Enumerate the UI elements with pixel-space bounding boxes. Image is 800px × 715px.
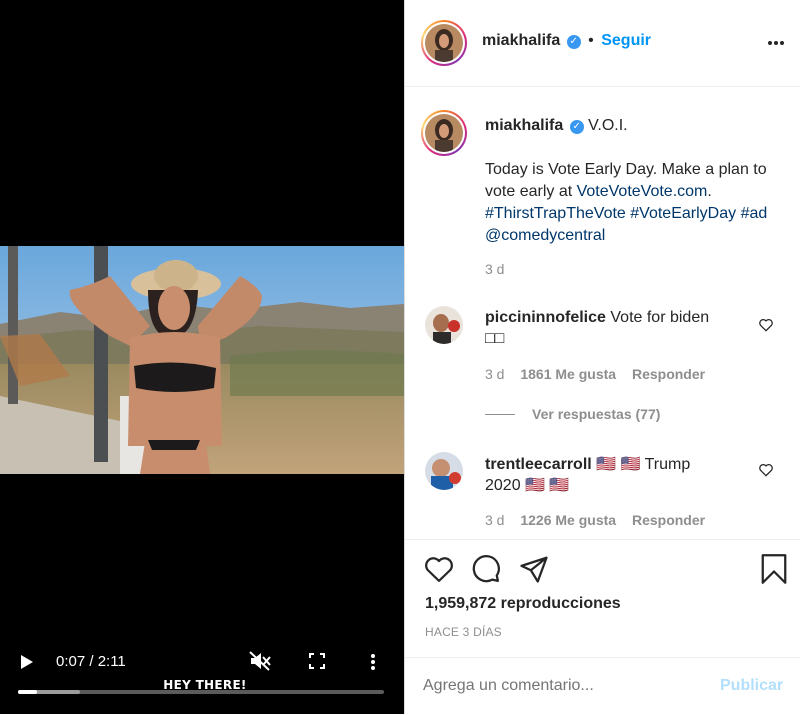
- replies-divider: [485, 414, 515, 415]
- comment-text: 🇺🇸 🇺🇸 Trump: [596, 456, 691, 473]
- comment-reply-button[interactable]: Responder: [632, 366, 705, 382]
- video-progress-played: [18, 690, 38, 694]
- follow-button[interactable]: Seguir: [601, 32, 651, 49]
- comment-text-line2: □□: [485, 330, 505, 347]
- add-comment-bar: Publicar: [405, 657, 800, 715]
- header-separator: •: [588, 32, 594, 49]
- video-frame-image: [0, 246, 404, 474]
- video-controls: 0:07 / 2:11: [0, 645, 404, 714]
- caption-avatar[interactable]: [421, 110, 467, 156]
- publish-button[interactable]: Publicar: [720, 677, 783, 695]
- caption-username[interactable]: miakhalifa: [485, 117, 563, 134]
- comment-time[interactable]: 3 d: [485, 512, 504, 528]
- post-side-panel: miakhalifa ✓ • Seguir miakhalifa ✓ V.O.I…: [404, 0, 800, 714]
- post-header: miakhalifa ✓ • Seguir: [405, 0, 800, 87]
- comment-username[interactable]: piccininnofelice: [485, 309, 606, 326]
- comment-icon[interactable]: [471, 554, 501, 584]
- mention-link[interactable]: @comedycentral: [485, 227, 605, 244]
- comment-likes[interactable]: 1861 Me gusta: [520, 366, 616, 382]
- post-timestamp[interactable]: HACE 3 DÍAS: [425, 625, 502, 639]
- caption-time[interactable]: 3 d: [485, 261, 504, 277]
- comment-text: Vote for biden: [610, 309, 710, 326]
- more-vertical-icon[interactable]: [370, 653, 376, 671]
- comment-username[interactable]: trentleecarroll: [485, 456, 592, 473]
- more-horizontal-icon[interactable]: [767, 40, 785, 46]
- comment-likes[interactable]: 1226 Me gusta: [520, 512, 616, 528]
- share-icon[interactable]: [519, 554, 549, 584]
- header-avatar[interactable]: [421, 20, 467, 66]
- bookmark-icon[interactable]: [760, 554, 788, 584]
- comment-like-icon[interactable]: [758, 463, 774, 477]
- video-player[interactable]: HEY THERE! 0:07 / 2:11: [0, 0, 404, 714]
- comments-list[interactable]: miakhalifa ✓ V.O.I. Today is Vote Early …: [405, 87, 800, 539]
- verified-badge-icon: ✓: [569, 120, 584, 134]
- comment-like-icon[interactable]: [758, 318, 774, 332]
- hashtag-link[interactable]: #ad: [741, 205, 768, 222]
- play-icon[interactable]: [20, 654, 34, 670]
- mute-icon[interactable]: [249, 651, 271, 671]
- video-time: 0:07 / 2:11: [56, 653, 126, 670]
- post-actions: 1,959,872 reproducciones HACE 3 DÍAS: [405, 539, 800, 658]
- hashtag-link[interactable]: #VoteEarlyDay: [630, 205, 736, 222]
- comment-avatar[interactable]: [425, 306, 463, 344]
- verified-badge-icon: ✓: [566, 35, 581, 49]
- caption-link[interactable]: VoteVoteVote.com: [577, 183, 708, 200]
- view-replies-button[interactable]: Ver respuestas (77): [532, 406, 660, 422]
- comment-input[interactable]: [423, 672, 703, 700]
- fullscreen-icon[interactable]: [309, 653, 325, 669]
- comment-text-line2: 2020 🇺🇸 🇺🇸: [485, 477, 570, 494]
- comment-avatar[interactable]: [425, 452, 463, 490]
- header-username[interactable]: miakhalifa: [482, 32, 560, 49]
- video-frame[interactable]: HEY THERE!: [0, 246, 404, 692]
- view-count[interactable]: 1,959,872 reproducciones: [425, 595, 621, 613]
- comment-reply-button[interactable]: Responder: [632, 512, 705, 528]
- video-progress-bar[interactable]: [18, 690, 384, 694]
- comment-time[interactable]: 3 d: [485, 366, 504, 382]
- hashtag-link[interactable]: #ThirstTrapTheVote: [485, 205, 626, 222]
- caption-text: Today is Vote Early Day. Make a plan to …: [485, 161, 768, 244]
- heart-icon[interactable]: [424, 555, 454, 583]
- caption-location: V.O.I.: [588, 117, 628, 134]
